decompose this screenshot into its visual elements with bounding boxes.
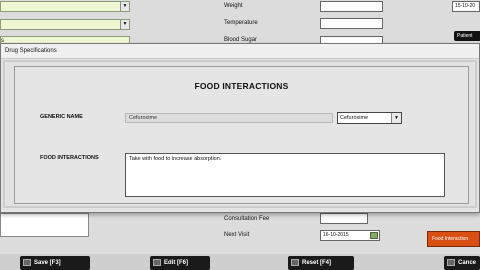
- background-notes-box[interactable]: [0, 213, 89, 237]
- generic-name-field: Cefuroxime: [125, 113, 333, 123]
- drug-select-value: Cefuroxime: [340, 115, 369, 121]
- consultation-fee-label: Consultation Fee: [224, 216, 270, 222]
- next-visit-value: 16-10-2015: [323, 232, 349, 238]
- edit-button[interactable]: Edit [F6]: [150, 256, 210, 270]
- dialog-title: Drug Specifications: [5, 48, 57, 54]
- food-interaction-button[interactable]: Food Interaction: [427, 231, 480, 247]
- drug-specifications-dialog: Drug Specifications FOOD INTERACTIONS GE…: [0, 43, 480, 213]
- patient-button[interactable]: Patient: [454, 31, 480, 41]
- drug-select[interactable]: Cefuroxime ▼: [337, 112, 402, 124]
- consultation-fee-input[interactable]: [320, 213, 368, 224]
- reset-icon: [291, 259, 299, 266]
- visit-date-input[interactable]: 15-10-20: [452, 1, 480, 12]
- dropdown-arrow-icon[interactable]: ▼: [120, 20, 129, 29]
- temperature-label: Temperature: [224, 20, 258, 26]
- save-button[interactable]: Save [F3]: [20, 256, 90, 270]
- reset-button-label: Reset [F4]: [302, 260, 332, 266]
- weight-label: Weight: [224, 3, 243, 9]
- food-interactions-label: FOOD INTERACTIONS: [40, 155, 99, 161]
- generic-name-value: Cefuroxime: [129, 115, 158, 121]
- cancel-button[interactable]: Cance: [444, 256, 480, 270]
- food-interactions-text: Take with food to increase absorption.: [129, 156, 222, 162]
- reset-button[interactable]: Reset [F4]: [288, 256, 354, 270]
- edit-icon: [153, 259, 161, 266]
- next-visit-input[interactable]: 16-10-2015: [320, 230, 380, 241]
- food-interactions-panel: FOOD INTERACTIONS GENERIC NAME Cefuroxim…: [14, 66, 469, 204]
- generic-name-label: GENERIC NAME: [40, 114, 83, 120]
- save-icon: [23, 259, 31, 266]
- dialog-body: FOOD INTERACTIONS GENERIC NAME Cefuroxim…: [3, 60, 477, 208]
- dialog-title-bar[interactable]: Drug Specifications: [1, 44, 479, 59]
- save-button-label: Save [F3]: [34, 260, 61, 266]
- background-dropdown-1[interactable]: ▼: [0, 1, 130, 12]
- dropdown-arrow-icon[interactable]: ▼: [120, 2, 129, 11]
- food-interactions-textarea[interactable]: Take with food to increase absorption.: [125, 153, 445, 197]
- cancel-icon: [447, 259, 455, 266]
- chevron-down-icon[interactable]: ▼: [391, 113, 401, 123]
- background-dropdown-2[interactable]: ▼: [0, 19, 130, 30]
- edit-button-label: Edit [F6]: [164, 260, 188, 266]
- food-interactions-heading: FOOD INTERACTIONS: [194, 81, 289, 91]
- next-visit-label: Next Visit: [224, 232, 250, 238]
- weight-input[interactable]: [320, 1, 383, 12]
- calendar-icon[interactable]: [370, 232, 378, 239]
- temperature-input[interactable]: [320, 18, 383, 29]
- cancel-button-label: Cance: [458, 260, 477, 266]
